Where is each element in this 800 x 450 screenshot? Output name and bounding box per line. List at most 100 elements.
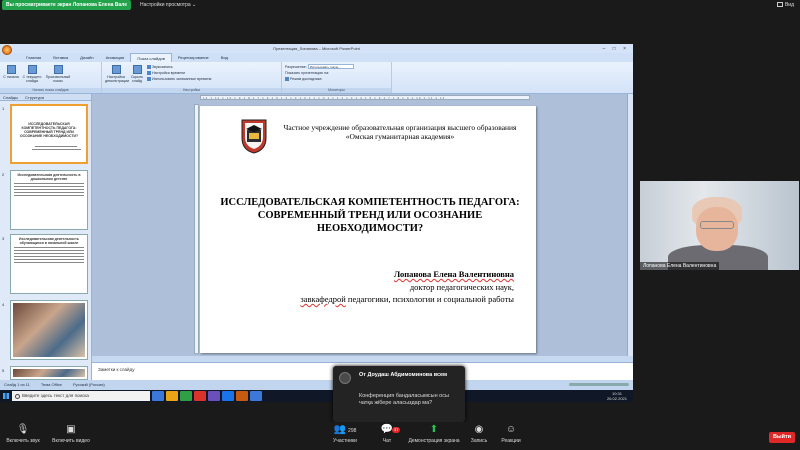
taskbar-app-icon[interactable] — [194, 391, 206, 401]
taskbar-apps — [150, 391, 262, 401]
taskbar-app-icon[interactable] — [208, 391, 220, 401]
slide-thumbnail[interactable] — [10, 300, 88, 360]
thumbnail-line — [14, 186, 84, 187]
taskbar-app-icon[interactable] — [222, 391, 234, 401]
checkbox-icon — [285, 77, 289, 82]
start-button[interactable] — [0, 390, 12, 402]
start-video-button[interactable]: ▣ Включить видео — [48, 422, 94, 450]
setup-show-button[interactable]: Настройка демонстрации — [105, 64, 129, 83]
theme-name: Тема Office — [40, 382, 62, 387]
presenter-view-label: Режим докладчика — [290, 77, 322, 81]
from-start-button[interactable]: С начала — [3, 64, 19, 79]
sender-avatar — [339, 372, 351, 384]
taskbar-app-icon[interactable] — [236, 391, 248, 401]
department-rest: педагогики, психологии и социальной рабо… — [345, 294, 514, 304]
tab-6[interactable]: Вид — [215, 53, 234, 62]
thumbnail-line — [14, 189, 84, 190]
rehearse-label: Настройка времени — [152, 71, 186, 75]
tab-4[interactable]: Показ слайдов — [130, 53, 172, 62]
tab-0[interactable]: Главная — [20, 53, 47, 62]
horizontal-ruler: ·12·1·11·1·10·1·9·1·8·1·7·1·6·1·5·1·4·1·… — [200, 95, 530, 100]
zoom-controls-bar: 🎙 Включить звук ▣ Включить видео 👥 298 Участ… — [0, 422, 800, 450]
reactions-button[interactable]: ☺ Реакции — [488, 422, 534, 450]
reactions-label: Реакции — [501, 438, 521, 444]
tab-5[interactable]: Рецензирование — [172, 53, 215, 62]
thumbnail-line — [35, 146, 77, 147]
chat-notification[interactable]: От Доудаш Абдимоминова всем Конференция … — [333, 366, 465, 422]
thumbnail-line — [14, 195, 84, 196]
from-current-label: С текущего слайда — [22, 75, 42, 83]
from-current-button[interactable]: С текущего слайда — [21, 64, 43, 83]
custom-show-button[interactable]: Произвольный показ — [45, 64, 71, 83]
play-icon — [6, 65, 16, 74]
checkbox-icon — [147, 77, 151, 82]
zoom-slider[interactable] — [569, 383, 629, 386]
author-department: завкафедрой педагогики, психологии и соц… — [300, 294, 514, 304]
outline-tab[interactable]: Структура — [25, 95, 44, 100]
share-screen-button[interactable]: ⬆ Демонстрация экрана — [406, 422, 462, 450]
slide-thumbnail[interactable]: Исследовательская деятельность обучающих… — [10, 234, 88, 294]
unmute-button[interactable]: 🎙 Включить звук — [0, 422, 46, 450]
slides-pane: Слайды Структура 1 ИССЛЕДОВАТЕЛЬСКАЯ КОМ… — [0, 94, 92, 380]
leave-button[interactable]: Выйти — [769, 432, 795, 443]
tab-3[interactable]: Анимация — [100, 53, 131, 62]
chat-icon: 💬 — [380, 424, 394, 435]
tab-2[interactable]: Дизайн — [74, 53, 99, 62]
thumbnail-line — [14, 256, 84, 257]
record-label: Звукозапись — [152, 65, 173, 69]
participants-count: 298 — [348, 428, 357, 434]
vertical-scrollbar[interactable] — [627, 94, 633, 356]
view-options-menu[interactable]: Настройки просмотра ⌄ — [140, 0, 196, 10]
thumbnail-number: 1 — [2, 106, 5, 111]
chat-button[interactable]: 💬 37 Чат — [364, 422, 410, 450]
clock-icon — [147, 71, 151, 76]
resolution-select[interactable]: Использовать текущ… — [307, 64, 354, 69]
participant-video-tile[interactable]: Лопанова Елена Валентиновна — [640, 181, 799, 270]
thumbnail-title: Исследовательская деятельность в дошколь… — [17, 173, 81, 181]
unmute-label: Включить звук — [6, 438, 40, 444]
zoom-top-bar: Вы просматриваете экран Лопанова Елена В… — [0, 0, 800, 10]
share-screen-icon: ⬆ — [429, 424, 439, 435]
thumbnail-line — [14, 247, 84, 248]
slide-thumbnail[interactable] — [10, 366, 88, 380]
taskbar-app-icon[interactable] — [180, 391, 192, 401]
ribbon: С начала С текущего слайда Произвольный … — [0, 62, 633, 94]
thumbnail-line — [14, 253, 84, 254]
show-on-label: Показать презентацию на: — [285, 71, 330, 75]
participants-label: Участники — [333, 438, 357, 444]
slide-editing-area: ·12·1·11·1·10·1·9·1·8·1·7·1·6·1·5·1·4·1·… — [92, 94, 633, 356]
monitors-group-label: Мониторы — [282, 88, 391, 93]
current-slide[interactable]: Частное учреждение образовательная орган… — [200, 106, 536, 353]
taskbar-app-icon[interactable] — [152, 391, 164, 401]
thumbnail-number: 2 — [2, 172, 5, 177]
powerpoint-statusbar: Слайд 1 из 11 Тема Office Русский (Росси… — [0, 380, 633, 390]
grid-icon — [776, 2, 783, 8]
hide-slide-button[interactable]: Скрыть слайд — [129, 64, 145, 83]
custom-show-label: Произвольный показ — [45, 75, 71, 83]
system-tray-clock[interactable]: 10:31 26.02.2021 — [607, 391, 633, 401]
thumbnail-number: 4 — [2, 302, 5, 307]
thumbnail-line — [14, 183, 84, 184]
presenter-view-checkbox[interactable]: Режим докладчика — [285, 76, 388, 82]
slide-thumbnail[interactable]: ИССЛЕДОВАТЕЛЬСКАЯ КОМПЕТЕНТНОСТЬ ПЕДАГОГ… — [10, 104, 88, 164]
view-button[interactable]: Вид — [776, 0, 794, 10]
setup-icon — [111, 65, 121, 74]
language-indicator: Русский (Россия) — [72, 382, 105, 387]
thumbnail-title: ИССЛЕДОВАТЕЛЬСКАЯ КОМПЕТЕНТНОСТЬ ПЕДАГОГ… — [19, 122, 79, 138]
participants-icon: 👥 298 — [333, 424, 357, 435]
thumbnail-number: 3 — [2, 236, 5, 241]
window-controls[interactable]: – □ × — [603, 45, 630, 54]
screen-share-status-pill[interactable]: Вы просматриваете экран Лопанова Елена В… — [2, 0, 132, 10]
slide-thumbnail[interactable]: Исследовательская деятельность в дошколь… — [10, 170, 88, 230]
taskbar-app-icon[interactable] — [166, 391, 178, 401]
institution-name: Частное учреждение образовательная орган… — [283, 123, 517, 141]
tab-1[interactable]: Вставка — [47, 53, 74, 62]
taskbar-search-input[interactable]: Введите здесь текст для поиска — [12, 391, 150, 401]
office-button-icon[interactable] — [2, 45, 12, 55]
play-current-icon — [27, 65, 37, 74]
taskbar-app-icon[interactable] — [250, 391, 262, 401]
ribbon-tabs: Главная Вставка Дизайн Анимация Показ слайдо… — [0, 53, 633, 62]
slides-tab[interactable]: Слайды — [3, 95, 18, 100]
participants-button[interactable]: 👥 298 Участники — [322, 422, 368, 450]
use-timings-checkbox[interactable]: Использовать записанные времена — [147, 76, 211, 82]
